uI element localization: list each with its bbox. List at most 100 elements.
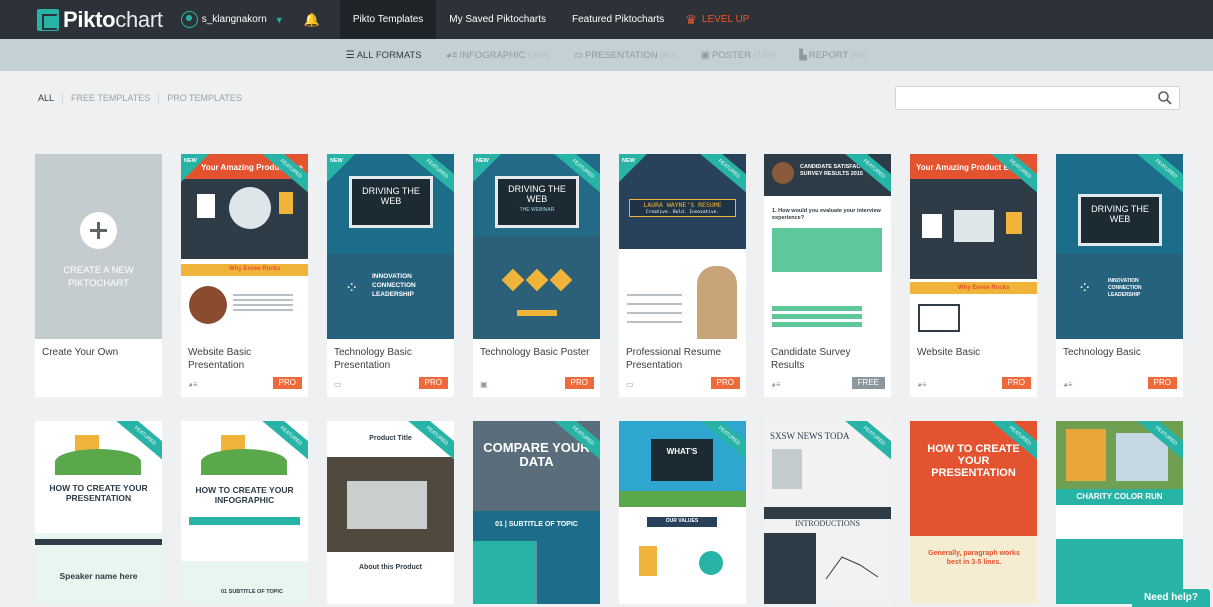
template-card[interactable]: HOW TO CREATE YOUR INFOGRAPHIC 01 SUBTIT…: [181, 421, 308, 604]
template-thumbnail: LAURA WAYNE'S RESUME Creative. Bold. Inn…: [619, 154, 746, 339]
template-card[interactable]: Your Amazing Product Eve Why Eevee Rocks…: [181, 154, 308, 397]
tab-my-saved[interactable]: My Saved Piktocharts: [436, 0, 559, 39]
template-card[interactable]: DRIVING THE WEB THE WEBINAR NEW FEATURED…: [473, 154, 600, 397]
format-poster-label: POSTER: [711, 49, 752, 61]
thumb-title: HOW TO CREATE YOUR INFOGRAPHIC: [195, 485, 294, 505]
format-report-count: (60): [850, 49, 868, 61]
search-icon[interactable]: [1157, 90, 1173, 106]
template-thumbnail: WHAT'S OUR VALUES FEATURED: [619, 421, 746, 604]
format-poster-count: (149): [753, 49, 776, 61]
list-icon: ☰: [345, 49, 355, 61]
bell-icon[interactable]: 🔔: [304, 12, 320, 28]
template-card[interactable]: COMPARE YOUR DATA 01 | SUBTITLE OF TOPIC…: [473, 421, 600, 604]
template-thumbnail: Your Amazing Product Eve Why Eevee Rocks…: [181, 154, 308, 339]
template-title: Professional Resume Presentation: [626, 347, 722, 371]
filter-pro[interactable]: PRO TEMPLATES: [158, 93, 250, 103]
template-thumbnail: Product Title About this Product FEATURE…: [327, 421, 454, 604]
chevron-down-icon: ▼: [274, 14, 284, 25]
thumb-subtitle: 1. How would you evaluate your interview…: [772, 208, 881, 221]
thumb-subtitle: INTRODUCTIONS: [795, 519, 860, 528]
filter-all[interactable]: ALL: [38, 93, 62, 103]
template-thumbnail: DRIVING THE WEB THE WEBINAR NEW FEATURED: [473, 154, 600, 339]
format-presentation[interactable]: ▭ PRESENTATION (80): [574, 50, 677, 61]
template-card[interactable]: HOW TO CREATE YOUR PRESENTATION Generall…: [910, 421, 1037, 604]
template-card[interactable]: DRIVING THE WEB INNOVATION CONNECTION LE…: [327, 154, 454, 397]
presentation-icon: ▭: [334, 380, 342, 389]
format-poster[interactable]: ▣ POSTER (149): [701, 50, 776, 61]
template-card[interactable]: HOW TO CREATE YOUR PRESENTATION Speaker …: [35, 421, 162, 604]
pricing-filters: ALL FREE TEMPLATES PRO TEMPLATES: [38, 93, 250, 103]
piktochart-logo[interactable]: Piktochart: [37, 0, 163, 39]
template-card[interactable]: CHARITY COLOR RUN FEATURED: [1056, 421, 1183, 604]
tab-pikto-templates[interactable]: Pikto Templates: [339, 0, 437, 39]
template-title: Technology Basic: [1063, 347, 1141, 358]
new-badge: NEW: [330, 158, 343, 164]
thumb-subtitle: 01 SUBTITLE OF TOPIC: [221, 589, 283, 595]
template-card[interactable]: Your Amazing Product Eve Why Eevee Rocks…: [910, 154, 1037, 397]
format-infographic-label: INFOGRAPHIC: [459, 49, 526, 61]
format-presentation-count: (80): [659, 49, 677, 61]
template-card[interactable]: WHAT'S OUR VALUES FEATURED: [619, 421, 746, 604]
thumb-subtitle: INNOVATION CONNECTION LEADERSHIP: [372, 273, 416, 298]
line-chart-thumb: [825, 556, 879, 580]
infographic-icon: ◕≡: [188, 380, 198, 389]
template-thumbnail: SXSW NEWS TODA INTRODUCTIONS FEATURED: [764, 421, 891, 604]
thumb-title: LAURA WAYNE'S RESUME: [643, 201, 722, 209]
template-card[interactable]: Product Title About this Product FEATURE…: [327, 421, 454, 604]
logo-icon: [37, 8, 59, 31]
report-icon: ▙: [799, 49, 807, 61]
create-new-thumb: CREATE A NEW PIKTOCHART: [35, 154, 162, 339]
create-new-card[interactable]: CREATE A NEW PIKTOCHART Create Your Own: [35, 154, 162, 397]
user-menu[interactable]: s_klangnakorn ▼: [180, 8, 284, 32]
format-filter-bar: ☰ ALL FORMATS ◕≡ INFOGRAPHIC (309) ▭ PRESENT…: [0, 39, 1213, 71]
template-thumbnail: CANDIDATE SATISFACTION SURVEY RESULTS 20…: [764, 154, 891, 339]
presentation-icon: ▭: [573, 49, 584, 61]
new-badge: NEW: [184, 158, 197, 164]
template-title: Candidate Survey Results: [771, 347, 851, 371]
crown-icon: ♛: [685, 11, 697, 27]
template-thumbnail: DRIVING THE WEB INNOVATION CONNECTION LE…: [1056, 154, 1183, 339]
filter-free[interactable]: FREE TEMPLATES: [62, 93, 158, 103]
format-infographic-count: (309): [527, 49, 550, 61]
format-presentation-label: PRESENTATION: [585, 49, 658, 61]
logo-bold: Pikto: [63, 6, 116, 32]
format-report-label: REPORT: [808, 49, 849, 61]
main-nav: Pikto Templates My Saved Piktocharts Fea…: [339, 0, 677, 39]
template-thumbnail: CHARITY COLOR RUN FEATURED: [1056, 421, 1183, 604]
logo-light: chart: [115, 6, 163, 32]
search-input[interactable]: [895, 86, 1180, 110]
pro-badge: PRO: [272, 377, 302, 389]
format-all[interactable]: ☰ ALL FORMATS: [346, 50, 422, 61]
template-thumbnail: DRIVING THE WEB INNOVATION CONNECTION LE…: [327, 154, 454, 339]
presentation-icon: ▭: [626, 380, 634, 389]
template-thumbnail: COMPARE YOUR DATA 01 | SUBTITLE OF TOPIC…: [473, 421, 600, 604]
template-card[interactable]: SXSW NEWS TODA INTRODUCTIONS FEATURED: [764, 421, 891, 604]
thumb-title: HOW TO CREATE YOUR PRESENTATION: [49, 483, 148, 503]
thumb-subtitle: Why Eevee Rocks: [229, 266, 281, 272]
poster-icon: ▣: [480, 380, 488, 389]
thumb-title: HOW TO CREATE YOUR PRESENTATION: [927, 443, 1020, 479]
featured-ribbon: FEATURED: [842, 421, 891, 464]
need-help-button[interactable]: Need help?: [1132, 589, 1210, 607]
template-card[interactable]: LAURA WAYNE'S RESUME Creative. Bold. Inn…: [619, 154, 746, 397]
new-badge: NEW: [622, 158, 635, 164]
thumb-subtitle: OUR VALUES: [665, 518, 699, 524]
free-badge: FREE: [851, 377, 885, 389]
avatar-icon: [180, 11, 198, 28]
thumb-title: Your Amazing Product Eve: [916, 163, 1018, 172]
thumb-title: DRIVING THE WEB: [508, 184, 566, 204]
tab-featured[interactable]: Featured Piktocharts: [559, 0, 677, 39]
template-card[interactable]: DRIVING THE WEB INNOVATION CONNECTION LE…: [1056, 154, 1183, 397]
template-card[interactable]: CANDIDATE SATISFACTION SURVEY RESULTS 20…: [764, 154, 891, 397]
format-report[interactable]: ▙ REPORT (60): [799, 50, 867, 61]
thumb-subtitle: Why Eevee Rocks: [958, 285, 1010, 291]
pro-badge: PRO: [1147, 377, 1177, 389]
create-line2: PIKTOCHART: [68, 278, 129, 289]
thumb-title: WHAT'S: [666, 447, 698, 456]
template-title: Technology Basic Presentation: [334, 347, 412, 371]
level-up-link[interactable]: ♛ LEVEL UP: [685, 12, 749, 28]
thumb-title: COMPARE YOUR DATA: [483, 440, 590, 469]
format-infographic[interactable]: ◕≡ INFOGRAPHIC (309): [446, 50, 550, 61]
thumb-subtitle: Generally, paragraph works best in 3-5 l…: [928, 550, 1020, 566]
thumb-title: DRIVING THE WEB: [1091, 204, 1149, 224]
